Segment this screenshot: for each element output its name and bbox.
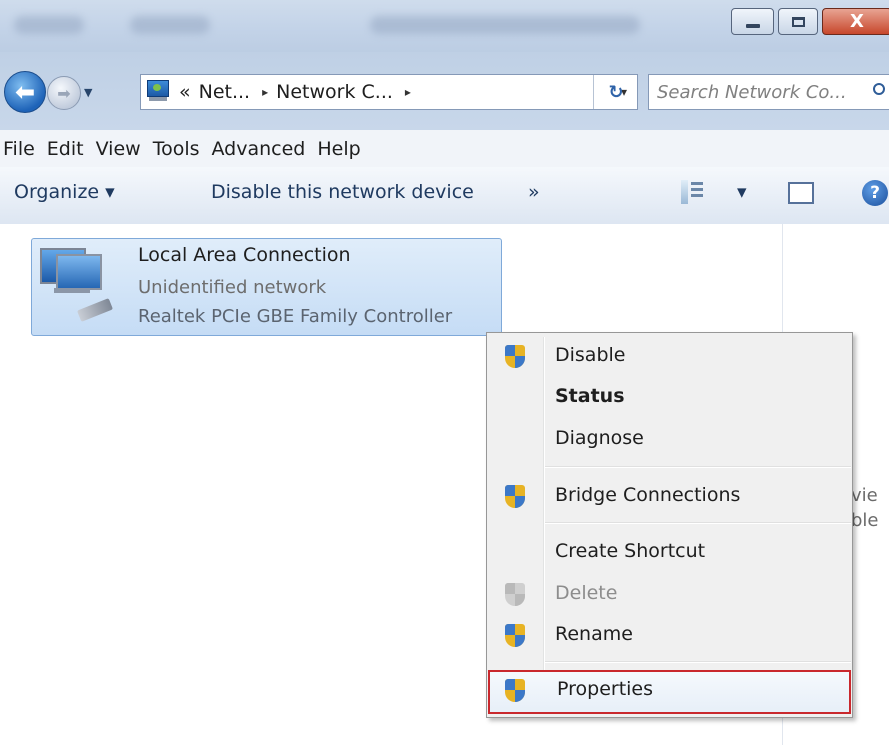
quick-access-toolbar-extra <box>130 16 210 34</box>
forward-arrow-icon: ➡ <box>57 83 71 103</box>
breadcrumb-network-connections[interactable]: Network C... <box>276 81 393 103</box>
breadcrumb-separator-icon[interactable]: ▸ <box>405 85 411 99</box>
back-arrow-icon: ⬅ <box>14 78 36 106</box>
menu-help[interactable]: Help <box>317 138 372 160</box>
forward-button[interactable]: ➡ <box>47 76 81 110</box>
organize-button[interactable]: Organize ▾ <box>14 181 115 203</box>
uac-shield-icon <box>505 624 525 647</box>
close-button[interactable]: X <box>822 8 889 35</box>
menu-item-properties[interactable]: Properties <box>488 670 851 714</box>
menu-item-bridge-connections[interactable]: Bridge Connections <box>488 476 851 516</box>
network-adapter-icon <box>40 248 114 328</box>
menu-advanced[interactable]: Advanced <box>212 138 318 160</box>
connection-name: Local Area Connection <box>138 244 351 266</box>
minimize-button[interactable] <box>731 8 774 35</box>
quick-access-toolbar <box>14 16 84 34</box>
menu-tools[interactable]: Tools <box>153 138 212 160</box>
uac-shield-icon <box>505 485 525 508</box>
command-bar: Organize ▾ Disable this network device »… <box>0 167 889 225</box>
breadcrumb-separator-icon[interactable]: ▸ <box>262 85 268 99</box>
minimize-icon <box>745 23 760 28</box>
menu-file[interactable]: File <box>0 138 47 160</box>
menu-view[interactable]: View <box>96 138 153 160</box>
disable-network-device-button[interactable]: Disable this network device <box>211 181 474 203</box>
menu-bar: File Edit View Tools Advanced Help <box>0 130 889 168</box>
search-placeholder: Search Network Co... <box>657 81 847 103</box>
menu-separator <box>545 661 851 663</box>
menu-item-diagnose[interactable]: Diagnose <box>488 419 851 459</box>
breadcrumb-network[interactable]: Net... <box>199 81 250 103</box>
uac-shield-icon <box>505 679 525 702</box>
search-input[interactable]: Search Network Co... <box>648 74 889 110</box>
menu-item-rename[interactable]: Rename <box>488 615 851 655</box>
recent-pages-button[interactable]: ▼ <box>84 86 92 99</box>
menu-item-delete: Delete <box>488 574 851 614</box>
maximize-button[interactable] <box>778 8 818 35</box>
view-options-dropdown[interactable]: ▾ <box>737 181 747 203</box>
menu-separator <box>545 466 851 468</box>
refresh-icon: ↻ <box>608 81 624 103</box>
help-icon[interactable]: ? <box>862 180 888 206</box>
chevron-down-icon: ▼ <box>84 86 93 99</box>
details-pane-text: vie <box>851 485 878 506</box>
details-pane-text: ble <box>851 510 879 531</box>
connection-status: Unidentified network <box>138 277 327 298</box>
menu-separator <box>545 522 851 524</box>
change-view-icon[interactable] <box>681 180 703 204</box>
refresh-button[interactable]: ↻ <box>593 75 638 109</box>
back-button[interactable]: ⬅ <box>4 71 46 113</box>
network-connections-icon <box>145 80 171 104</box>
search-icon[interactable] <box>873 83 885 95</box>
menu-item-create-shortcut[interactable]: Create Shortcut <box>488 532 851 572</box>
connection-adapter: Realtek PCIe GBE Family Controller <box>138 306 453 327</box>
close-icon: X <box>850 11 864 32</box>
breadcrumb-overflow-button[interactable]: « <box>179 81 191 103</box>
uac-shield-icon <box>505 583 525 606</box>
window-title <box>370 16 640 34</box>
uac-shield-icon <box>505 345 525 368</box>
preview-pane-icon[interactable] <box>788 182 814 204</box>
maximize-icon <box>791 16 805 27</box>
address-bar[interactable]: « Net... ▸ Network C... ▸ ▾ <box>140 74 638 110</box>
menu-item-disable[interactable]: Disable <box>488 336 851 376</box>
more-commands-button[interactable]: » <box>528 181 540 203</box>
menu-edit[interactable]: Edit <box>47 138 96 160</box>
menu-item-status[interactable]: Status <box>488 377 851 417</box>
